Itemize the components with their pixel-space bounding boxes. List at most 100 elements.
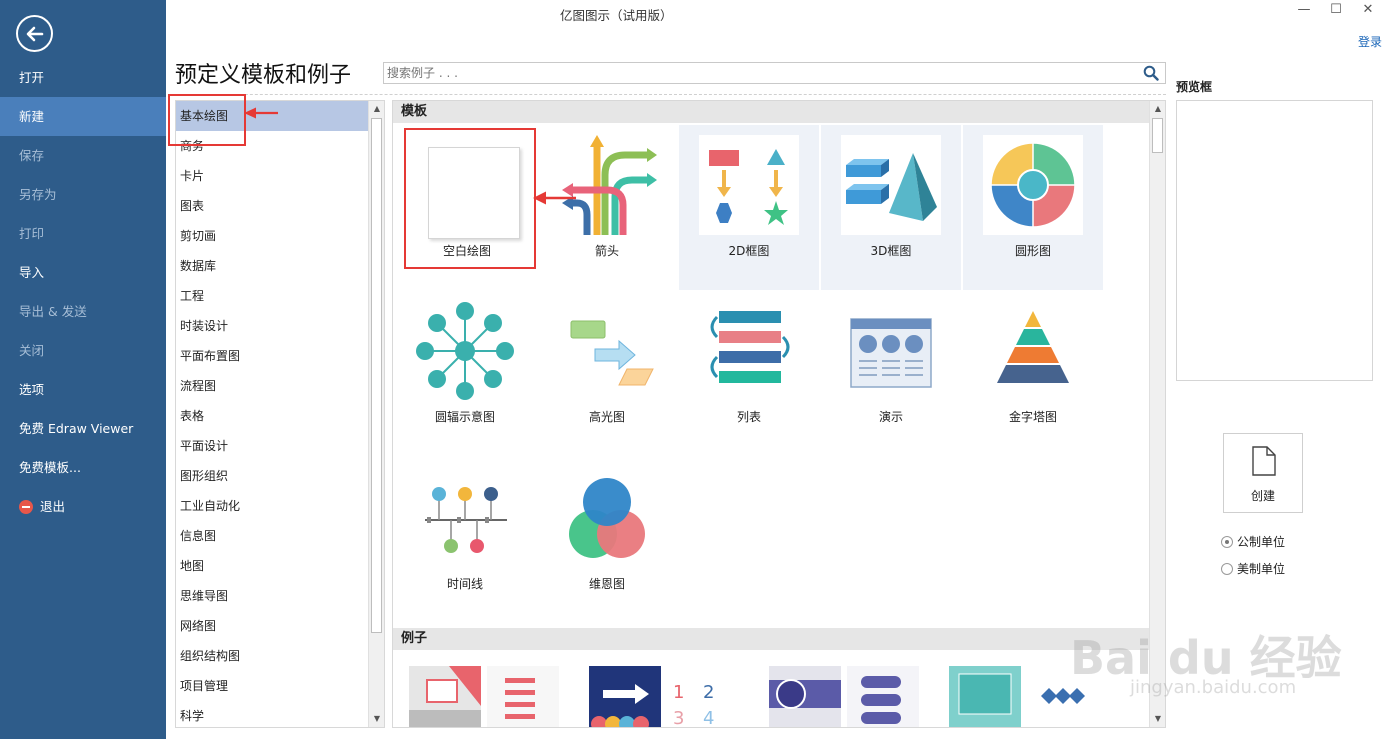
- radio-button[interactable]: [1221, 562, 1233, 575]
- category-label: 工业自动化: [180, 499, 241, 513]
- category-science[interactable]: 科学: [176, 701, 369, 727]
- template-3d-block[interactable]: 3D框图: [821, 125, 961, 290]
- menu-free-templates[interactable]: 免费模板...: [0, 448, 166, 487]
- menu-free-viewer-label: 免费 Edraw Viewer: [19, 421, 134, 436]
- page-title: 预定义模板和例子: [175, 63, 352, 88]
- radio-label: 美制单位: [1237, 562, 1286, 576]
- template-venn[interactable]: 维恩图: [537, 458, 677, 623]
- menu-close[interactable]: 关闭: [0, 331, 166, 370]
- category-org-chart[interactable]: 组织结构图: [176, 641, 369, 671]
- close-button[interactable]: ✕: [1356, 1, 1380, 19]
- search-icon[interactable]: [1143, 65, 1159, 81]
- category-label: 思维导图: [180, 589, 229, 603]
- template-label: 列表: [736, 410, 761, 424]
- category-label: 组织结构图: [180, 649, 241, 663]
- scroll-up-icon[interactable]: ▲: [1150, 101, 1165, 117]
- templates-header: 模板: [393, 101, 1150, 123]
- search-input[interactable]: [384, 63, 1124, 83]
- radio-us-units[interactable]: 美制单位: [1221, 560, 1285, 577]
- menu-save[interactable]: 保存: [0, 136, 166, 175]
- template-label: 金字塔图: [1008, 410, 1057, 424]
- category-label: 平面设计: [180, 439, 229, 453]
- example-thumbnail[interactable]: 1 2 3 4: [589, 666, 739, 728]
- menu-export-send[interactable]: 导出 & 发送: [0, 292, 166, 331]
- minimize-button[interactable]: —: [1292, 1, 1316, 19]
- examples-header: 例子: [393, 628, 1150, 650]
- menu-export-send-label: 导出 & 发送: [19, 304, 87, 319]
- category-label: 网络图: [180, 619, 217, 633]
- menu-import-label: 导入: [19, 265, 45, 280]
- highlight-box: [168, 94, 246, 146]
- template-label: 圆形图: [1014, 244, 1051, 258]
- login-link[interactable]: 登录: [1358, 33, 1382, 50]
- category-industrial-automation[interactable]: 工业自动化: [176, 491, 369, 521]
- category-forms[interactable]: 表格: [176, 401, 369, 431]
- template-arrows[interactable]: 箭头: [537, 125, 677, 290]
- app-window: 打开 新建 保存 另存为 打印 导入 导出 & 发送 关闭 选项 免费 Edra…: [0, 0, 1390, 739]
- scroll-down-icon[interactable]: ▼: [1150, 711, 1165, 727]
- menu-save-as-label: 另存为: [19, 187, 57, 202]
- template-spoke[interactable]: 圆辐示意图: [395, 291, 535, 456]
- circular-thumbnail: [983, 135, 1083, 235]
- category-cards[interactable]: 卡片: [176, 161, 369, 191]
- scroll-thumb[interactable]: [371, 118, 382, 633]
- category-database[interactable]: 数据库: [176, 251, 369, 281]
- watermark-url: jingyan.baidu.com: [1130, 677, 1297, 698]
- document-icon: [1252, 446, 1276, 476]
- menu-import[interactable]: 导入: [0, 253, 166, 292]
- category-clipart[interactable]: 剪切画: [176, 221, 369, 251]
- category-network[interactable]: 网络图: [176, 611, 369, 641]
- radio-metric-units[interactable]: 公制单位: [1221, 533, 1285, 550]
- template-circular[interactable]: 圆形图: [963, 125, 1103, 290]
- back-button[interactable]: [16, 15, 53, 52]
- create-button[interactable]: 创建: [1223, 433, 1303, 513]
- highlight-thumbnail: [570, 320, 654, 386]
- example-thumbnail[interactable]: [409, 666, 559, 728]
- example-number: 3: [673, 708, 684, 728]
- category-engineering[interactable]: 工程: [176, 281, 369, 311]
- menu-options[interactable]: 选项: [0, 370, 166, 409]
- category-map[interactable]: 地图: [176, 551, 369, 581]
- example-thumbnail[interactable]: [769, 666, 919, 728]
- category-scrollbar[interactable]: ▲ ▼: [368, 101, 384, 727]
- category-graphic-organizer[interactable]: 图形组织: [176, 461, 369, 491]
- menu-free-viewer[interactable]: 免费 Edraw Viewer: [0, 409, 166, 448]
- template-timeline[interactable]: 时间线: [395, 458, 535, 623]
- template-2d-block[interactable]: 2D框图: [679, 125, 819, 290]
- example-number: 1: [673, 682, 684, 703]
- template-list[interactable]: 列表: [679, 291, 819, 456]
- template-label: 演示: [878, 410, 903, 424]
- category-charts[interactable]: 图表: [176, 191, 369, 221]
- maximize-button[interactable]: ☐: [1324, 1, 1348, 19]
- scroll-up-icon[interactable]: ▲: [369, 101, 384, 117]
- template-presentation[interactable]: 演示: [821, 291, 961, 456]
- template-label: 箭头: [594, 244, 619, 258]
- radio-button[interactable]: [1221, 535, 1233, 548]
- category-graphic-design[interactable]: 平面设计: [176, 431, 369, 461]
- menu-new[interactable]: 新建: [0, 97, 166, 136]
- back-arrow-circle-icon: [26, 26, 44, 42]
- highlight-box: [404, 128, 536, 269]
- menu-exit[interactable]: 退出: [0, 487, 166, 526]
- menu-save-as[interactable]: 另存为: [0, 175, 166, 214]
- venn-thumbnail: [569, 478, 645, 558]
- presentation-thumbnail: [850, 318, 932, 388]
- scroll-down-icon[interactable]: ▼: [369, 711, 384, 727]
- category-mind-map[interactable]: 思维导图: [176, 581, 369, 611]
- category-floor-plan[interactable]: 平面布置图: [176, 341, 369, 371]
- scroll-thumb[interactable]: [1152, 118, 1163, 153]
- menu-open[interactable]: 打开: [0, 58, 166, 97]
- category-label: 图表: [180, 199, 205, 213]
- category-label: 卡片: [180, 169, 205, 183]
- menu-print[interactable]: 打印: [0, 214, 166, 253]
- category-label: 工程: [180, 289, 205, 303]
- template-highlight[interactable]: 高光图: [537, 291, 677, 456]
- category-project-management[interactable]: 项目管理: [176, 671, 369, 701]
- template-pyramid[interactable]: 金字塔图: [963, 291, 1103, 456]
- category-fashion-design[interactable]: 时装设计: [176, 311, 369, 341]
- preview-label: 预览框: [1176, 80, 1213, 94]
- create-label: 创建: [1250, 489, 1275, 503]
- menu-new-label: 新建: [19, 109, 45, 124]
- category-flowchart[interactable]: 流程图: [176, 371, 369, 401]
- category-infographic[interactable]: 信息图: [176, 521, 369, 551]
